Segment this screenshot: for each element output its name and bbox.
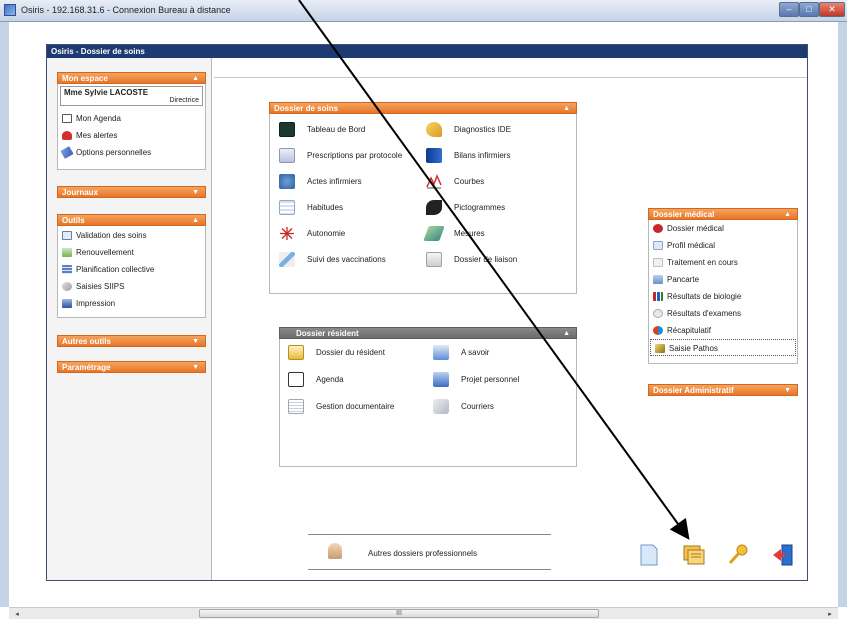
annotation-arrow (298, 0, 690, 540)
annotation-arrow-line (298, 0, 690, 540)
